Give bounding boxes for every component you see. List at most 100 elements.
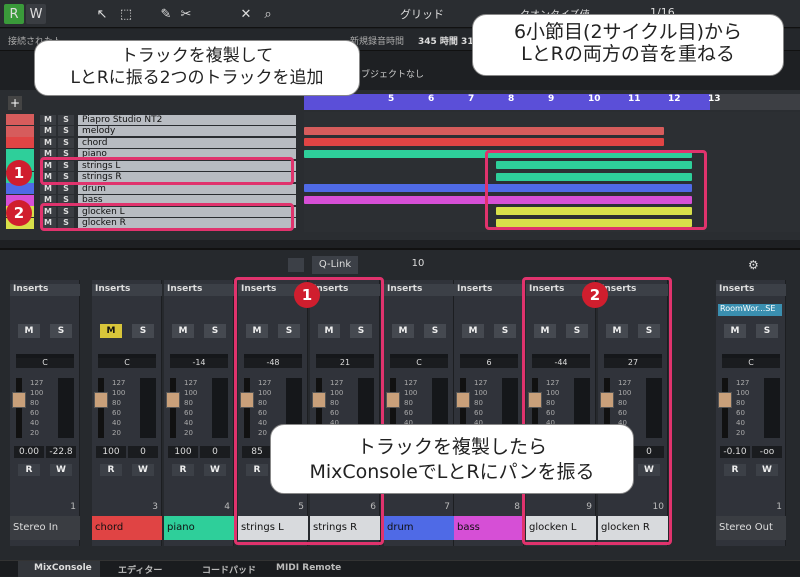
channel-name[interactable]: Stereo Out — [716, 516, 786, 540]
fader-handle[interactable] — [166, 392, 180, 408]
midi-part[interactable] — [304, 126, 664, 135]
volume-value[interactable]: 100 — [96, 446, 126, 458]
channel-view-icon[interactable] — [288, 258, 304, 272]
write-button[interactable]: W — [26, 4, 46, 24]
track-name[interactable]: melody — [78, 126, 296, 136]
cycle-range[interactable] — [304, 94, 710, 110]
channel-name[interactable]: drum — [384, 516, 454, 540]
midi-part[interactable] — [304, 138, 664, 146]
mute-button[interactable]: M — [392, 324, 414, 338]
mute-button[interactable]: M — [40, 126, 56, 136]
qlink-button[interactable]: Q-Link — [312, 256, 358, 274]
mute-button[interactable]: M — [40, 137, 56, 148]
pan-value[interactable]: C — [16, 358, 74, 368]
track-row[interactable]: M S Piapro Studio NT2 — [6, 114, 296, 125]
callout-pan: トラックを複製したら MixConsoleでLとRにパンを振る — [270, 424, 634, 494]
ruler-bar-number: 13 — [708, 94, 721, 104]
track-color-chip — [6, 137, 34, 148]
solo-button[interactable]: S — [58, 126, 74, 136]
inserts-header[interactable]: Inserts — [164, 284, 234, 296]
highlight-layered-clips — [485, 150, 707, 230]
channel-name[interactable]: bass — [454, 516, 524, 540]
tab-mixconsole[interactable]: MixConsole — [34, 563, 92, 573]
solo-button[interactable]: S — [494, 324, 516, 338]
solo-button[interactable]: S — [58, 114, 74, 125]
solo-button[interactable]: S — [756, 324, 778, 338]
mute-button[interactable]: M — [172, 324, 194, 338]
fader-scale: 12710080604020 — [30, 379, 44, 437]
solo-button[interactable]: S — [132, 324, 154, 338]
mute-button[interactable]: M — [40, 114, 56, 125]
track-name[interactable]: Piapro Studio NT2 — [78, 114, 296, 125]
read-button[interactable]: R — [100, 464, 122, 476]
write-button[interactable]: W — [132, 464, 154, 476]
pointer-tool-icon[interactable]: ↖ — [92, 4, 112, 24]
channel-strip: InsertsMSC127100806040201000RW7drum — [384, 280, 454, 546]
mute-button[interactable]: M — [18, 324, 40, 338]
eraser-tool-icon[interactable]: ✎ — [156, 4, 176, 24]
inserts-header[interactable]: Inserts — [92, 284, 162, 296]
inserts-header[interactable]: Inserts — [10, 284, 80, 296]
callout-duplicate-line1: トラックを複製して — [120, 46, 274, 66]
track-name[interactable]: drum — [78, 183, 296, 194]
channel-name[interactable]: chord — [92, 516, 162, 540]
volume-value[interactable]: -0.10 — [720, 446, 750, 458]
add-track-button[interactable]: + — [8, 96, 22, 110]
mute-button[interactable]: M — [100, 324, 122, 338]
read-button[interactable]: R — [724, 464, 746, 476]
grid-select[interactable]: グリッド — [400, 6, 444, 22]
fader-handle[interactable] — [386, 392, 400, 408]
pan-value[interactable]: C — [722, 358, 780, 368]
inserts-header[interactable]: Inserts — [716, 284, 786, 296]
write-button[interactable]: W — [756, 464, 778, 476]
fader-handle[interactable] — [456, 392, 470, 408]
solo-button[interactable]: S — [50, 324, 72, 338]
write-button[interactable]: W — [204, 464, 226, 476]
track-name[interactable]: chord — [78, 137, 296, 148]
pan-value[interactable]: C — [98, 358, 156, 368]
zoom-tool-icon[interactable]: ⌕ — [258, 4, 278, 24]
solo-button[interactable]: S — [204, 324, 226, 338]
read-button[interactable]: R — [18, 464, 40, 476]
level-meter — [212, 378, 228, 438]
solo-button[interactable]: S — [424, 324, 446, 338]
inserts-header[interactable]: Inserts — [384, 284, 454, 296]
fader-handle[interactable] — [718, 392, 732, 408]
mute-button[interactable]: M — [724, 324, 746, 338]
track-row[interactable]: M Schord — [6, 137, 296, 148]
fader-handle[interactable] — [12, 392, 26, 408]
level-meter — [58, 378, 74, 438]
solo-button[interactable]: S — [58, 183, 74, 194]
fader-handle[interactable] — [94, 392, 108, 408]
read-button[interactable]: R — [172, 464, 194, 476]
read-button[interactable]: R — [4, 4, 24, 24]
volume-value[interactable]: 0.00 — [14, 446, 44, 458]
highlight-strings-tracks — [40, 157, 294, 185]
pan-value[interactable]: -14 — [170, 358, 228, 368]
tab-midiremote[interactable]: MIDI Remote — [276, 563, 341, 573]
solo-button[interactable]: S — [58, 137, 74, 148]
insert-slot[interactable]: RoomWor...SE — [718, 304, 782, 316]
pan-value[interactable]: C — [390, 358, 448, 368]
gear-icon[interactable]: ⚙ — [748, 258, 759, 272]
mute-button[interactable]: M — [40, 183, 56, 194]
channel-strip: InsertsMS6127100806040201000RW8bass — [454, 280, 524, 546]
volume-value[interactable]: 100 — [168, 446, 198, 458]
channel-name[interactable]: piano — [164, 516, 234, 540]
mute-tool-icon[interactable]: ✕ — [236, 4, 256, 24]
inserts-header[interactable]: Inserts — [454, 284, 524, 296]
mute-button[interactable]: M — [462, 324, 484, 338]
write-button[interactable]: W — [50, 464, 72, 476]
pan-value[interactable]: 6 — [460, 358, 518, 368]
channel-name[interactable]: Stereo In — [10, 516, 80, 540]
tab-editor[interactable]: エディター — [118, 563, 162, 576]
range-tool-icon[interactable]: ⬚ — [116, 4, 136, 24]
track-color-chip — [6, 114, 34, 125]
track-row[interactable]: M Smelody — [6, 125, 296, 137]
fader-scale: 12710080604020 — [736, 379, 750, 437]
tab-chordpad[interactable]: コードパッド — [202, 563, 256, 576]
ruler-bar-number: 8 — [508, 94, 515, 104]
channel-strip: Inserts M S -14 127 100 80 60 40 20 100 0 R W 4 piano — [164, 280, 234, 546]
scissors-tool-icon[interactable]: ✂ — [176, 4, 196, 24]
channel-count[interactable]: 10 — [404, 258, 432, 272]
